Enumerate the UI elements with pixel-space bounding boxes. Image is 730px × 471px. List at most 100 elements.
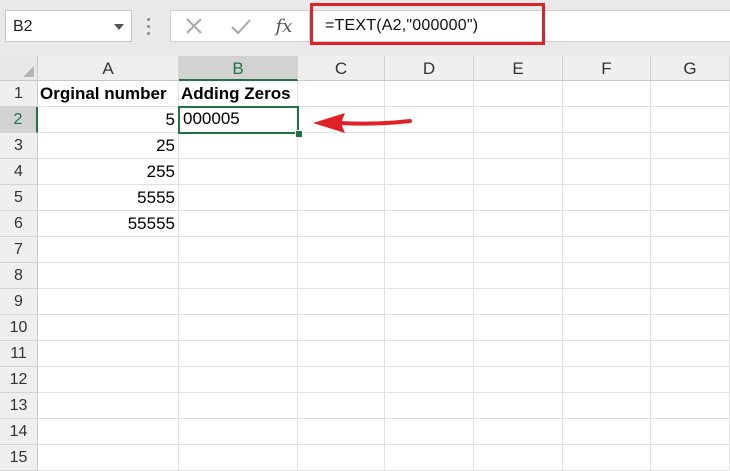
column-header-b[interactable]: B <box>179 56 298 81</box>
cell-f9[interactable] <box>563 289 651 315</box>
column-header-g[interactable]: G <box>651 56 730 81</box>
cell-d13[interactable] <box>385 393 474 419</box>
cell-b2[interactable]: 000005 <box>178 106 299 134</box>
resize-handle-icon[interactable] <box>147 14 151 40</box>
column-header-e[interactable]: E <box>474 56 563 81</box>
cell-e15[interactable] <box>474 445 563 471</box>
name-box[interactable]: B2 <box>5 10 132 42</box>
row-header-2[interactable]: 2 <box>0 107 38 133</box>
cell-f10[interactable] <box>563 315 651 341</box>
cell-a8[interactable] <box>38 263 179 289</box>
column-header-a[interactable]: A <box>38 56 179 81</box>
cell-c15[interactable] <box>298 445 385 471</box>
cell-c8[interactable] <box>298 263 385 289</box>
cell-g6[interactable] <box>651 211 730 237</box>
cell-c12[interactable] <box>298 367 385 393</box>
cell-b11[interactable] <box>179 341 298 367</box>
cell-b4[interactable] <box>179 159 298 185</box>
cell-d11[interactable] <box>385 341 474 367</box>
enter-check-icon[interactable] <box>226 13 256 41</box>
cell-c1[interactable] <box>298 81 385 107</box>
cell-f15[interactable] <box>563 445 651 471</box>
cell-e5[interactable] <box>474 185 563 211</box>
cell-a10[interactable] <box>38 315 179 341</box>
cell-c11[interactable] <box>298 341 385 367</box>
cell-e9[interactable] <box>474 289 563 315</box>
cell-e10[interactable] <box>474 315 563 341</box>
cancel-icon[interactable] <box>179 13 209 41</box>
cell-e8[interactable] <box>474 263 563 289</box>
cell-e12[interactable] <box>474 367 563 393</box>
cell-c14[interactable] <box>298 419 385 445</box>
cell-a2[interactable]: 5 <box>38 107 179 133</box>
cell-d12[interactable] <box>385 367 474 393</box>
cell-b15[interactable] <box>179 445 298 471</box>
fill-handle[interactable] <box>295 130 303 138</box>
cell-g5[interactable] <box>651 185 730 211</box>
cell-d6[interactable] <box>385 211 474 237</box>
row-header-4[interactable]: 4 <box>0 159 38 185</box>
cell-c7[interactable] <box>298 237 385 263</box>
cell-b13[interactable] <box>179 393 298 419</box>
cell-a5[interactable]: 5555 <box>38 185 179 211</box>
row-header-14[interactable]: 14 <box>0 419 38 445</box>
row-header-3[interactable]: 3 <box>0 133 38 159</box>
cell-c13[interactable] <box>298 393 385 419</box>
cell-d9[interactable] <box>385 289 474 315</box>
row-header-7[interactable]: 7 <box>0 237 38 263</box>
cell-d8[interactable] <box>385 263 474 289</box>
cell-g14[interactable] <box>651 419 730 445</box>
row-header-5[interactable]: 5 <box>0 185 38 211</box>
cell-a1[interactable]: Orginal number <box>38 81 179 107</box>
cell-b14[interactable] <box>179 419 298 445</box>
cell-g10[interactable] <box>651 315 730 341</box>
cell-g8[interactable] <box>651 263 730 289</box>
cell-a13[interactable] <box>38 393 179 419</box>
row-header-1[interactable]: 1 <box>0 81 38 107</box>
cell-f3[interactable] <box>563 133 651 159</box>
cell-d7[interactable] <box>385 237 474 263</box>
cell-e11[interactable] <box>474 341 563 367</box>
cell-c9[interactable] <box>298 289 385 315</box>
cell-e13[interactable] <box>474 393 563 419</box>
cell-a4[interactable]: 255 <box>38 159 179 185</box>
row-header-15[interactable]: 15 <box>0 445 38 471</box>
cell-a11[interactable] <box>38 341 179 367</box>
cell-g1[interactable] <box>651 81 730 107</box>
cell-b12[interactable] <box>179 367 298 393</box>
cell-f14[interactable] <box>563 419 651 445</box>
cell-g2[interactable] <box>651 107 730 133</box>
column-header-c[interactable]: C <box>298 56 385 81</box>
cell-f6[interactable] <box>563 211 651 237</box>
cell-c4[interactable] <box>298 159 385 185</box>
insert-function-icon[interactable]: fx <box>269 13 299 41</box>
cell-f13[interactable] <box>563 393 651 419</box>
cell-b3[interactable] <box>179 133 298 159</box>
cell-d4[interactable] <box>385 159 474 185</box>
cell-c10[interactable] <box>298 315 385 341</box>
cell-d15[interactable] <box>385 445 474 471</box>
cell-f8[interactable] <box>563 263 651 289</box>
cell-f5[interactable] <box>563 185 651 211</box>
cell-e4[interactable] <box>474 159 563 185</box>
cell-g13[interactable] <box>651 393 730 419</box>
cell-d1[interactable] <box>385 81 474 107</box>
cell-g3[interactable] <box>651 133 730 159</box>
cell-b7[interactable] <box>179 237 298 263</box>
cell-a14[interactable] <box>38 419 179 445</box>
cell-d14[interactable] <box>385 419 474 445</box>
cell-a6[interactable]: 55555 <box>38 211 179 237</box>
chevron-down-icon[interactable] <box>114 24 124 30</box>
column-header-d[interactable]: D <box>385 56 474 81</box>
cell-c5[interactable] <box>298 185 385 211</box>
cell-f4[interactable] <box>563 159 651 185</box>
cell-b9[interactable] <box>179 289 298 315</box>
cell-d10[interactable] <box>385 315 474 341</box>
cell-a9[interactable] <box>38 289 179 315</box>
cell-e1[interactable] <box>474 81 563 107</box>
cell-f12[interactable] <box>563 367 651 393</box>
cell-a15[interactable] <box>38 445 179 471</box>
select-all-button[interactable] <box>0 56 38 81</box>
cell-e6[interactable] <box>474 211 563 237</box>
cell-d5[interactable] <box>385 185 474 211</box>
